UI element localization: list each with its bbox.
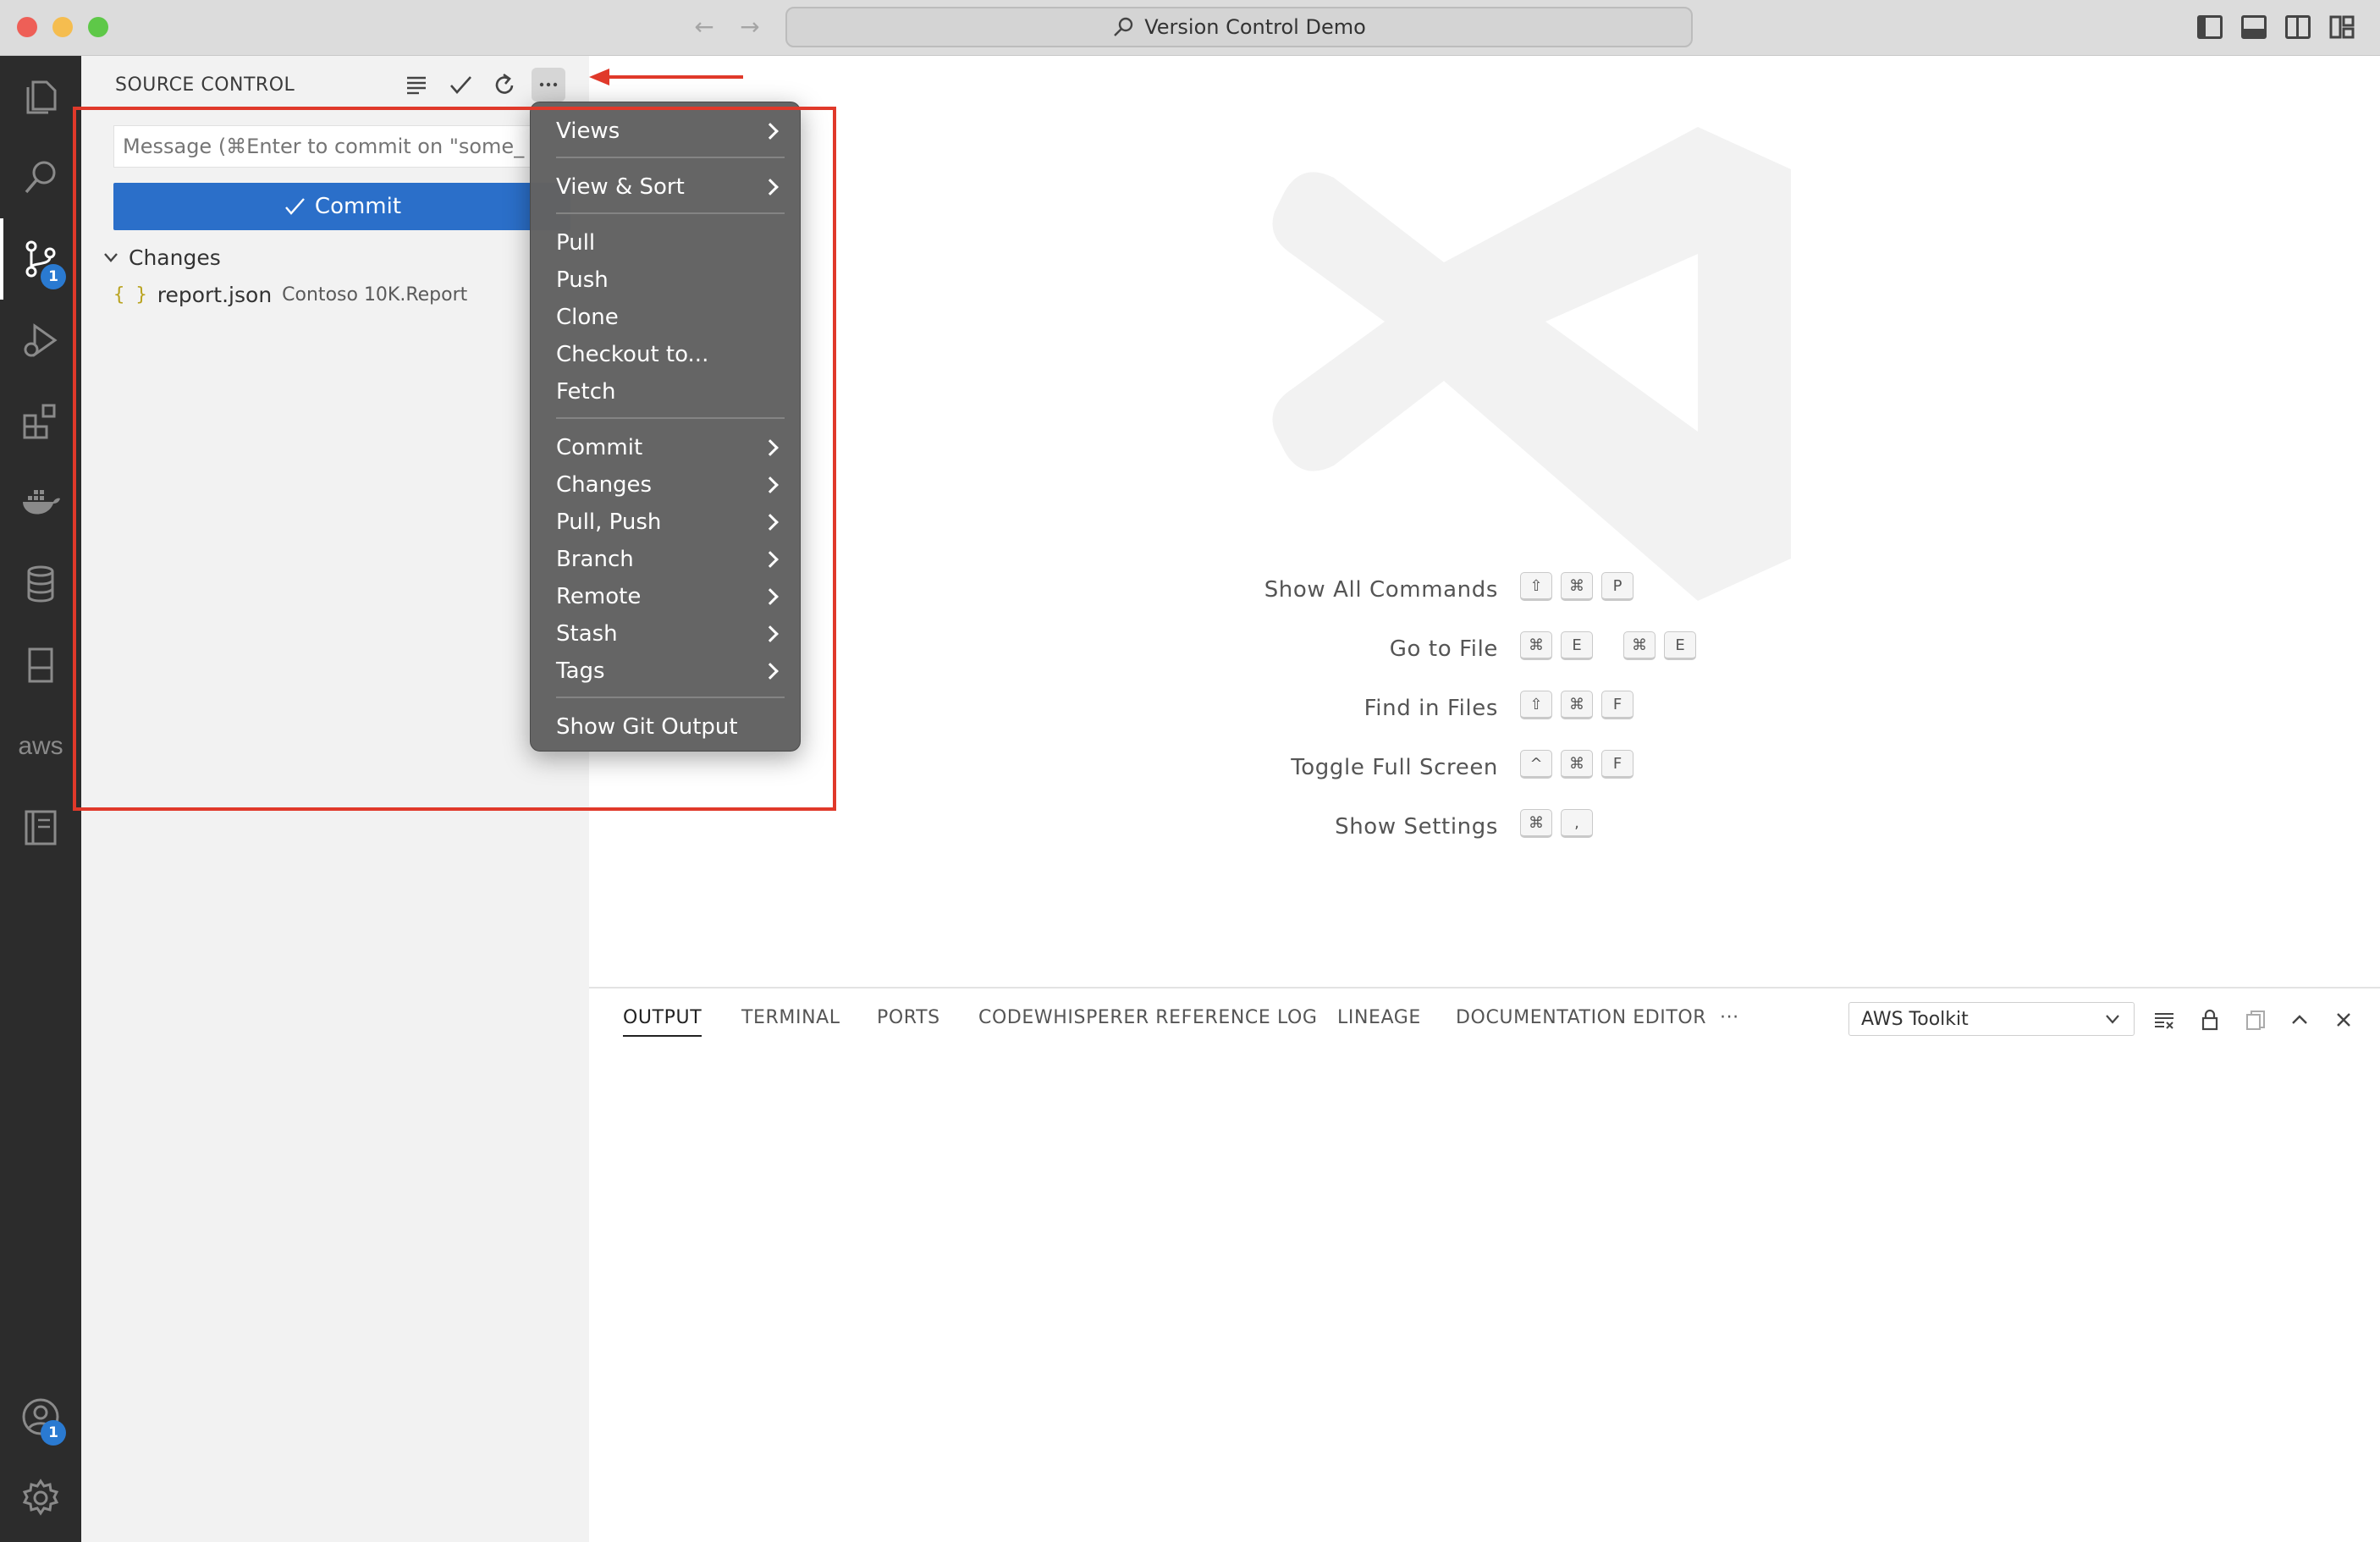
- more-actions-button[interactable]: [532, 68, 565, 102]
- docker-icon[interactable]: [0, 462, 81, 543]
- extensions-icon[interactable]: [0, 381, 81, 462]
- shortcut-keys: ⌘ E ⌘ E: [1520, 631, 1696, 660]
- ellipsis-icon: [539, 82, 558, 87]
- shortcut-keys: ⌘,: [1520, 809, 1593, 838]
- keycap: P: [1601, 572, 1633, 601]
- chevron-up-icon: [2292, 1015, 2307, 1024]
- shortcut-label: Toggle Full Screen: [1291, 755, 1498, 780]
- forward-arrow-icon[interactable]: →: [736, 14, 763, 41]
- shortcut-toggle-full-screen[interactable]: Toggle Full Screen ^ ⌘ F: [589, 746, 2380, 789]
- output-channel-value: AWS Toolkit: [1861, 1008, 1969, 1030]
- tab-ports[interactable]: PORTS: [877, 1007, 940, 1028]
- more-tabs-button[interactable]: ···: [1720, 1007, 1739, 1028]
- run-and-debug-icon[interactable]: [0, 300, 81, 381]
- clear-all-icon: [2155, 1013, 2173, 1029]
- source-control-icon[interactable]: 1: [0, 218, 81, 300]
- lock-icon: [2201, 1009, 2218, 1031]
- minimize-window-button[interactable]: [52, 17, 73, 37]
- close-icon: [2337, 1013, 2350, 1027]
- keycap: ⌘: [1561, 572, 1593, 601]
- tab-codewhisperer-reference-log[interactable]: CODEWHISPERER REFERENCE LOG: [978, 1007, 1318, 1028]
- shortcut-label: Show Settings: [1335, 814, 1498, 840]
- tab-documentation-editor[interactable]: DOCUMENTATION EDITOR: [1456, 1007, 1706, 1028]
- keycap: F: [1601, 691, 1633, 719]
- keycap: ⌘: [1520, 631, 1552, 660]
- command-center[interactable]: Version Control Demo: [785, 7, 1693, 47]
- tab-output[interactable]: OUTPUT: [623, 1007, 702, 1037]
- clear-output-button[interactable]: [2150, 1005, 2179, 1034]
- shortcut-keys: ⇧ ⌘ F: [1520, 691, 1633, 719]
- close-panel-button[interactable]: [2329, 1005, 2358, 1034]
- shortcut-find-in-files[interactable]: Find in Files ⇧ ⌘ F: [589, 687, 2380, 730]
- output-channel-select[interactable]: AWS Toolkit: [1848, 1002, 2135, 1036]
- sidebar-title: SOURCE CONTROL: [115, 74, 295, 96]
- key-gap: [1601, 631, 1615, 660]
- chevron-down-icon: [2106, 1015, 2119, 1024]
- shortcut-go-to-file[interactable]: Go to File ⌘ E ⌘ E: [589, 628, 2380, 670]
- keycap: ⌘: [1520, 809, 1552, 838]
- notebook-icon[interactable]: [0, 787, 81, 868]
- customize-layout-icon[interactable]: [2329, 15, 2355, 39]
- tab-lineage[interactable]: LINEAGE: [1337, 1007, 1421, 1028]
- view-as-tree-button[interactable]: [399, 68, 433, 102]
- aws-icon[interactable]: aws: [0, 706, 81, 787]
- toggle-primary-sidebar-icon[interactable]: [2197, 15, 2223, 39]
- title-bar: ← → Version Control Demo: [0, 0, 2380, 56]
- database-icon[interactable]: [0, 543, 81, 625]
- search-icon: [1114, 17, 1133, 36]
- maximize-panel-button[interactable]: [2285, 1005, 2314, 1034]
- keycap: F: [1601, 750, 1633, 779]
- refresh-button[interactable]: [488, 68, 521, 102]
- vscode-watermark-logo: [1272, 127, 1791, 601]
- editor-area: Show All Commands ⇧ ⌘ P Go to File ⌘ E ⌘ E Find i…: [589, 56, 2380, 987]
- commit-check-button[interactable]: [443, 68, 477, 102]
- shortcut-keys: ⇧ ⌘ P: [1520, 572, 1633, 601]
- keycap: ⌘: [1561, 691, 1593, 719]
- keycap: ⌘: [1561, 750, 1593, 779]
- toggle-secondary-sidebar-icon[interactable]: [2285, 15, 2311, 39]
- lock-scroll-button[interactable]: [2195, 1005, 2224, 1034]
- accounts-badge: 1: [41, 1420, 66, 1446]
- keycap: ⇧: [1520, 572, 1552, 601]
- highlight-box-annotation: [73, 107, 836, 811]
- zoom-window-button[interactable]: [88, 17, 108, 37]
- bottom-panel: OUTPUT TERMINAL PORTS CODEWHISPERER REFE…: [589, 987, 2380, 1542]
- keycap: E: [1561, 631, 1593, 660]
- shortcut-label: Go to File: [1389, 636, 1498, 662]
- shortcut-label: Find in Files: [1364, 696, 1498, 721]
- close-window-button[interactable]: [17, 17, 37, 37]
- explorer-icon[interactable]: [0, 56, 81, 137]
- shortcut-show-settings[interactable]: Show Settings ⌘,: [589, 806, 2380, 848]
- keycap: E: [1664, 631, 1696, 660]
- source-control-badge: 1: [41, 264, 66, 289]
- arrow-annotation: [589, 69, 743, 85]
- keycap: ^: [1520, 750, 1552, 779]
- back-arrow-icon[interactable]: ←: [691, 14, 718, 41]
- list-icon: [407, 76, 426, 95]
- keycap: ⌘: [1623, 631, 1656, 660]
- remote-explorer-icon[interactable]: [0, 625, 81, 706]
- open-in-editor-button[interactable]: [2241, 1005, 2270, 1034]
- keycap: ,: [1561, 809, 1593, 838]
- copy-icon: [2246, 1011, 2265, 1030]
- search-icon[interactable]: [0, 137, 81, 218]
- window-title: Version Control Demo: [1144, 15, 1366, 39]
- shortcut-keys: ^ ⌘ F: [1520, 750, 1633, 779]
- refresh-icon: [495, 73, 514, 94]
- toggle-panel-icon[interactable]: [2241, 15, 2267, 39]
- keycap: ⇧: [1520, 691, 1552, 719]
- accounts-icon[interactable]: 1: [0, 1376, 81, 1457]
- shortcut-show-all-commands[interactable]: Show All Commands ⇧ ⌘ P: [589, 569, 2380, 611]
- shortcut-label: Show All Commands: [1264, 577, 1498, 603]
- gear-icon[interactable]: [0, 1457, 81, 1539]
- activity-bar: 1 aws 1: [0, 56, 81, 1542]
- tab-terminal[interactable]: TERMINAL: [741, 1007, 840, 1028]
- check-icon: [450, 76, 471, 94]
